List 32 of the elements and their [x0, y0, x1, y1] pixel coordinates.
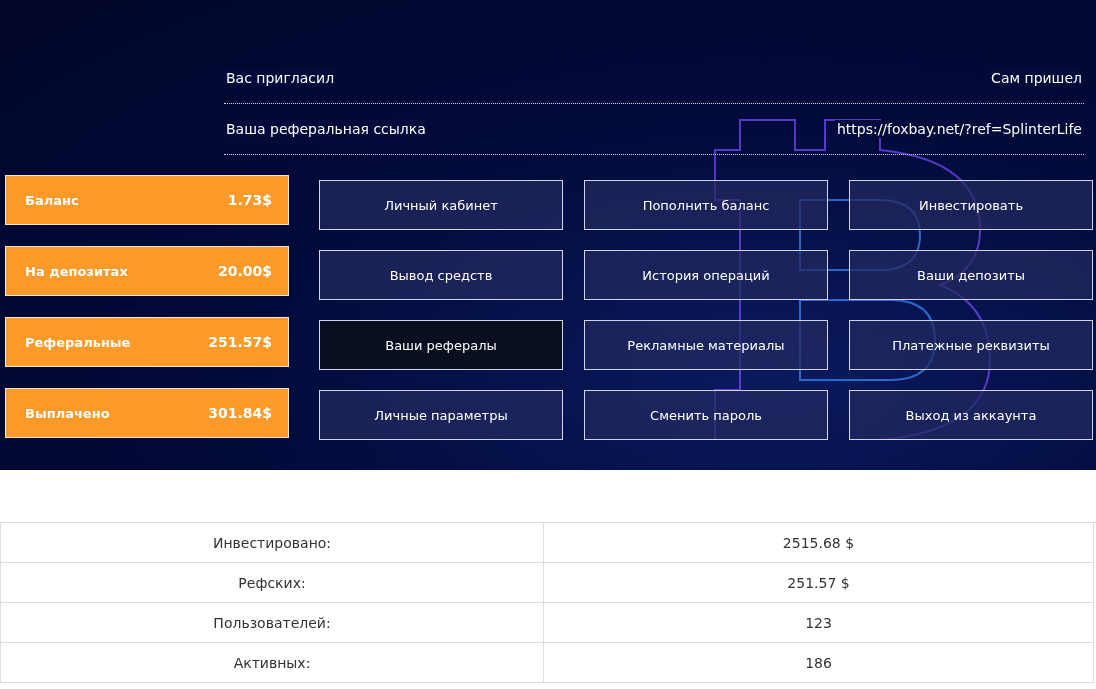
table-cell: Пользователей: [1, 603, 544, 643]
table-cell: 123 [544, 603, 1094, 643]
info-value: https://foxbay.net/?ref=SplinterLife [834, 120, 1084, 138]
stat-label: На депозитах [25, 263, 128, 279]
stat-label: Баланс [25, 192, 79, 208]
table-cell: 251.57 $ [544, 563, 1094, 603]
table-cell: Инвестировано: [1, 523, 544, 563]
table-cell: 2515.68 $ [544, 523, 1094, 563]
menu-button[interactable]: Выход из аккаунта [849, 390, 1093, 440]
menu-button[interactable]: Ваши депозиты [849, 250, 1093, 300]
menu-button[interactable]: Рекламные материалы [584, 320, 828, 370]
stat-value: 301.84$ [208, 405, 272, 421]
stat-value: 251.57$ [208, 334, 272, 350]
menu-button[interactable]: Сменить пароль [584, 390, 828, 440]
info-label: Ваша реферальная ссылка [224, 120, 428, 138]
info-label: Вас пригласил [224, 69, 337, 87]
table-cell: 186 [544, 643, 1094, 683]
menu-button[interactable]: Платежные реквизиты [849, 320, 1093, 370]
menu-button[interactable]: Вывод средств [319, 250, 563, 300]
stat-value: 20.00$ [217, 263, 272, 279]
stat-value: 1.73$ [227, 192, 272, 208]
menu-button[interactable]: Личный кабинет [319, 180, 563, 230]
table-cell: Активных: [1, 643, 544, 683]
stat-label: Реферальные [25, 334, 131, 350]
table-cell: Рефских: [1, 563, 544, 603]
menu-button[interactable]: История операций [584, 250, 828, 300]
menu-button[interactable]: Личные параметры [319, 390, 563, 440]
menu-button[interactable]: Ваши рефералы [319, 320, 563, 370]
menu-button[interactable]: Инвестировать [849, 180, 1093, 230]
info-value: Сам пришел [989, 69, 1084, 87]
menu-button[interactable]: Пополнить баланс [584, 180, 828, 230]
stat-label: Выплачено [25, 405, 110, 421]
